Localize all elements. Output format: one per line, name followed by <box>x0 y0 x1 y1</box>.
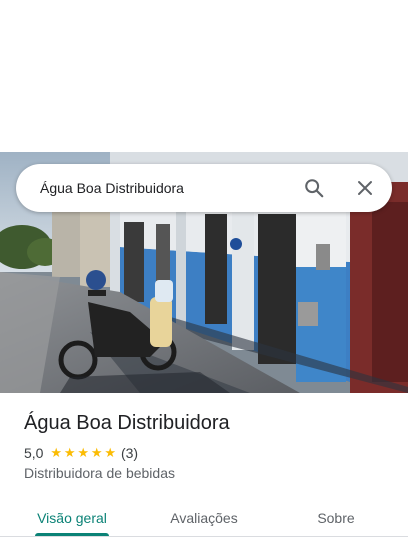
rating-value: 5,0 <box>24 445 44 461</box>
star-icon: ★ <box>63 445 76 460</box>
star-icon: ★ <box>104 445 117 460</box>
tab-about[interactable]: Sobre <box>266 498 406 538</box>
rating-stars: ★ ★ ★ ★ ★ <box>49 444 117 462</box>
map-blank-area <box>0 0 408 152</box>
close-icon[interactable] <box>349 172 381 204</box>
tab-reviews[interactable]: Avaliações <box>134 498 274 538</box>
tab-overview[interactable]: Visão geral <box>0 498 144 538</box>
search-icon[interactable] <box>298 172 330 204</box>
star-icon: ★ <box>90 445 103 460</box>
star-icon: ★ <box>50 445 63 460</box>
place-category: Distribuidora de bebidas <box>24 465 175 481</box>
rating-row[interactable]: 5,0 ★ ★ ★ ★ ★ (3) <box>24 444 138 462</box>
search-bar[interactable]: Água Boa Distribuidora <box>16 164 392 212</box>
place-title: Água Boa Distribuidora <box>24 412 230 434</box>
tabs-divider <box>0 536 408 537</box>
review-count[interactable]: (3) <box>121 445 138 461</box>
search-input[interactable]: Água Boa Distribuidora <box>40 164 184 212</box>
place-tabs: Visão geral Avaliações Sobre <box>0 498 408 538</box>
star-icon: ★ <box>77 445 90 460</box>
